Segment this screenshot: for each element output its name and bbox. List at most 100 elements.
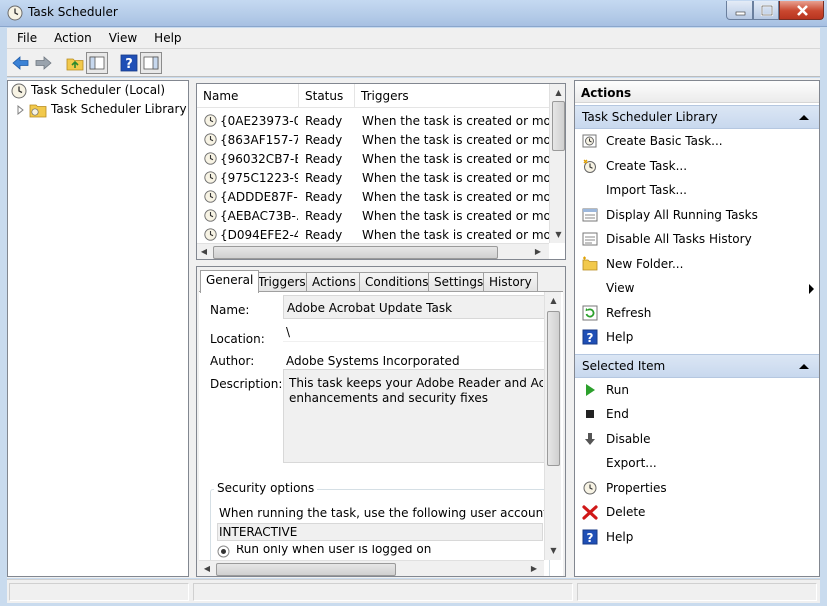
- action-import-task[interactable]: Import Task...: [575, 178, 819, 202]
- task-row[interactable]: {863AF157-7... Ready When the task is crea…: [197, 131, 549, 150]
- collapse-caret-icon[interactable]: [799, 115, 809, 120]
- scroll-right-arrow[interactable]: ▶: [533, 247, 543, 256]
- action-refresh[interactable]: Refresh: [575, 301, 819, 325]
- scroll-up-arrow[interactable]: ▲: [545, 296, 562, 305]
- detail-tabs: General Triggers Actions Conditions Sett…: [197, 270, 565, 293]
- menu-help[interactable]: Help: [144, 28, 188, 45]
- action-help[interactable]: ? Help: [575, 525, 819, 549]
- task-status: Ready: [305, 152, 343, 166]
- tab-triggers[interactable]: Triggers: [252, 272, 312, 292]
- tab-general[interactable]: General: [200, 270, 260, 293]
- detail-horizontal-scrollbar[interactable]: ◀ ▶: [199, 560, 544, 576]
- close-button[interactable]: [779, 1, 824, 20]
- action-view[interactable]: View: [575, 276, 819, 300]
- task-row[interactable]: {AEBAC73B-... Ready When the task is creat…: [197, 207, 549, 226]
- scroll-left-arrow[interactable]: ◀: [199, 247, 209, 256]
- scroll-down-arrow[interactable]: ▼: [550, 230, 565, 239]
- scroll-thumb[interactable]: [547, 311, 560, 466]
- account-prompt: When running the task, use the following…: [219, 506, 552, 520]
- column-header-status[interactable]: Status: [299, 84, 355, 108]
- scroll-down-arrow[interactable]: ▼: [545, 546, 562, 555]
- security-options-title: Security options: [214, 481, 318, 495]
- status-cell: [193, 583, 573, 601]
- description-label: Description:: [210, 377, 283, 391]
- actions-pane: Actions Task Scheduler Library Create Bas…: [574, 80, 820, 577]
- new-folder-icon: [582, 256, 598, 270]
- tab-actions[interactable]: Actions: [306, 272, 362, 292]
- tab-settings[interactable]: Settings: [428, 272, 490, 292]
- section-header-selected-item[interactable]: Selected Item: [575, 353, 819, 378]
- scroll-right-arrow[interactable]: ▶: [529, 564, 539, 573]
- run-only-when-logged-on-option[interactable]: Run only when user is logged on: [217, 545, 543, 559]
- maximize-button[interactable]: [753, 1, 779, 20]
- action-disable-all-tasks-history[interactable]: Disable All Tasks History: [575, 227, 819, 251]
- task-list-horizontal-scrollbar[interactable]: ◀ ▶: [197, 243, 549, 259]
- back-arrow-icon[interactable]: [11, 53, 31, 73]
- action-label: Disable: [606, 431, 651, 446]
- help-icon: ?: [582, 329, 598, 345]
- end-icon: [586, 410, 594, 418]
- task-row[interactable]: {975C1223-9... Ready When the task is crea…: [197, 169, 549, 188]
- forward-arrow-icon[interactable]: [33, 53, 53, 73]
- task-trigger: When the task is created or modified: [362, 133, 549, 147]
- folder-icon: [29, 104, 47, 118]
- scroll-thumb[interactable]: [216, 563, 396, 576]
- task-detail-pane: General Triggers Actions Conditions Sett…: [196, 266, 566, 577]
- action-delete[interactable]: Delete: [575, 500, 819, 524]
- action-end[interactable]: End: [575, 402, 819, 426]
- scroll-left-arrow[interactable]: ◀: [202, 564, 212, 573]
- tab-conditions[interactable]: Conditions: [359, 272, 435, 292]
- task-list-header: Name Status Triggers: [197, 84, 549, 108]
- section-header-library[interactable]: Task Scheduler Library: [575, 105, 819, 129]
- menu-action[interactable]: Action: [44, 28, 99, 45]
- action-display-all-running-tasks[interactable]: Display All Running Tasks: [575, 203, 819, 227]
- action-label: Run: [606, 382, 630, 397]
- section-header-label: Task Scheduler Library: [582, 110, 718, 124]
- scroll-thumb[interactable]: [213, 246, 498, 259]
- status-bar: [7, 579, 820, 603]
- collapse-caret-icon[interactable]: [799, 363, 809, 369]
- minimize-icon: [735, 11, 746, 16]
- detail-vertical-scrollbar[interactable]: ▲ ▼: [544, 292, 561, 560]
- status-cell: [577, 583, 817, 601]
- menu-view[interactable]: View: [99, 28, 144, 45]
- tab-history[interactable]: History: [483, 272, 538, 292]
- maximize-icon: [760, 4, 774, 17]
- task-status: Ready: [305, 133, 343, 147]
- up-folder-icon[interactable]: [65, 53, 85, 73]
- run-icon: [586, 383, 595, 396]
- task-clock-icon: [204, 171, 217, 184]
- task-trigger: When the task is created or modified: [362, 228, 549, 242]
- description-field[interactable]: This task keeps your Adobe Reader and Ac…: [283, 369, 545, 463]
- create-basic-task-icon: [582, 134, 597, 148]
- action-new-folder[interactable]: New Folder...: [575, 252, 819, 276]
- action-export[interactable]: Export...: [575, 451, 819, 475]
- column-header-name[interactable]: Name: [197, 84, 299, 108]
- action-create-basic-task[interactable]: Create Basic Task...: [575, 129, 819, 153]
- name-field[interactable]: Adobe Acrobat Update Task: [283, 295, 545, 319]
- task-status: Ready: [305, 228, 343, 242]
- scroll-thumb[interactable]: [552, 101, 565, 151]
- action-label: Refresh: [606, 305, 652, 320]
- task-list-vertical-scrollbar[interactable]: ▲ ▼: [549, 84, 565, 243]
- task-name: {ADDDE87F-...: [220, 190, 298, 204]
- task-trigger: When the task is created or modified: [362, 114, 549, 128]
- action-disable[interactable]: Disable: [575, 427, 819, 451]
- minimize-button[interactable]: [726, 1, 753, 20]
- action-run[interactable]: Run: [575, 378, 819, 402]
- scroll-up-arrow[interactable]: ▲: [550, 88, 565, 97]
- disable-icon: [585, 432, 595, 445]
- show-hide-action-pane-button[interactable]: [140, 52, 162, 74]
- task-row[interactable]: {0AE23973-0... Ready When the task is crea…: [197, 112, 549, 131]
- help-icon[interactable]: ?: [119, 53, 139, 73]
- show-hide-tree-button[interactable]: [86, 52, 108, 74]
- column-header-triggers[interactable]: Triggers: [355, 84, 549, 108]
- task-row[interactable]: {ADDDE87F-... Ready When the task is creat…: [197, 188, 549, 207]
- task-clock-icon: [204, 133, 217, 146]
- task-row[interactable]: {96032CB7-E... Ready When the task is crea…: [197, 150, 549, 169]
- action-create-task[interactable]: Create Task...: [575, 154, 819, 178]
- expand-arrow-icon[interactable]: [17, 105, 25, 115]
- action-properties[interactable]: Properties: [575, 476, 819, 500]
- menu-file[interactable]: File: [7, 28, 44, 45]
- action-help[interactable]: ? Help: [575, 325, 819, 349]
